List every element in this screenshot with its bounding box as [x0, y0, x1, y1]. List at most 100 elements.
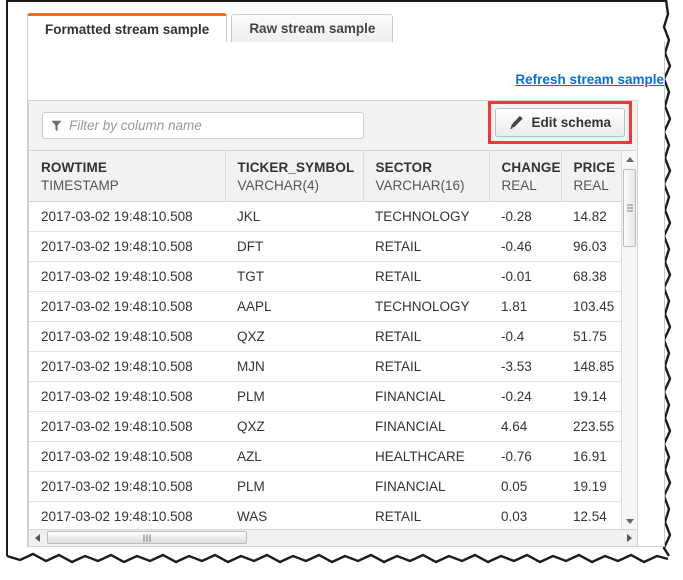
chevron-up-icon: [626, 157, 634, 162]
table-row[interactable]: 2017-03-02 19:48:10.508DFTRETAIL-0.4696.…: [29, 232, 623, 262]
cell-rowtime: 2017-03-02 19:48:10.508: [29, 352, 225, 382]
cell-rowtime: 2017-03-02 19:48:10.508: [29, 502, 225, 531]
table-row[interactable]: 2017-03-02 19:48:10.508TGTRETAIL-0.0168.…: [29, 262, 623, 292]
edit-schema-label: Edit schema: [531, 115, 611, 130]
cell-sector: RETAIL: [363, 502, 489, 531]
table-header: ROWTIME TIMESTAMP TICKER_SYMBOL VARCHAR(…: [29, 151, 623, 202]
scroll-up-button[interactable]: [622, 151, 637, 167]
cell-price: 68.38: [561, 262, 623, 292]
cell-ticker-symbol: TGT: [225, 262, 363, 292]
cell-rowtime: 2017-03-02 19:48:10.508: [29, 412, 225, 442]
scroll-left-button[interactable]: [29, 530, 45, 545]
cell-rowtime: 2017-03-02 19:48:10.508: [29, 442, 225, 472]
edit-schema-button-wrapper: Edit schema: [495, 108, 625, 137]
table-body: 2017-03-02 19:48:10.508JKLTECHNOLOGY-0.2…: [29, 202, 623, 531]
scrollbar-grip-icon: [627, 205, 633, 212]
table-row[interactable]: 2017-03-02 19:48:10.508AAPLTECHNOLOGY1.8…: [29, 292, 623, 322]
vertical-scrollbar[interactable]: [621, 151, 637, 529]
cell-sector: RETAIL: [363, 322, 489, 352]
table-row[interactable]: 2017-03-02 19:48:10.508WASRETAIL0.0312.5…: [29, 502, 623, 531]
cell-ticker-symbol: PLM: [225, 382, 363, 412]
column-name: ROWTIME: [41, 160, 225, 175]
chevron-left-icon: [35, 534, 40, 542]
tab-raw-stream-sample[interactable]: Raw stream sample: [231, 14, 393, 42]
column-name: PRICE: [574, 160, 624, 175]
table-row[interactable]: 2017-03-02 19:48:10.508QXZRETAIL-0.451.7…: [29, 322, 623, 352]
cell-ticker-symbol: QXZ: [225, 412, 363, 442]
column-type: REAL: [574, 178, 624, 193]
cell-ticker-symbol: AZL: [225, 442, 363, 472]
cell-change: -3.53: [489, 352, 561, 382]
cell-price: 103.45: [561, 292, 623, 322]
cell-price: 14.82: [561, 202, 623, 232]
column-header-rowtime[interactable]: ROWTIME TIMESTAMP: [29, 151, 225, 202]
horizontal-scrollbar-thumb[interactable]: [47, 531, 247, 544]
edit-schema-button[interactable]: Edit schema: [495, 108, 625, 137]
cell-price: 16.91: [561, 442, 623, 472]
cell-price: 148.85: [561, 352, 623, 382]
cell-rowtime: 2017-03-02 19:48:10.508: [29, 292, 225, 322]
table-row[interactable]: 2017-03-02 19:48:10.508PLMFINANCIAL-0.24…: [29, 382, 623, 412]
cell-sector: FINANCIAL: [363, 382, 489, 412]
cell-rowtime: 2017-03-02 19:48:10.508: [29, 232, 225, 262]
cell-ticker-symbol: DFT: [225, 232, 363, 262]
cell-ticker-symbol: QXZ: [225, 322, 363, 352]
table-toolbar: Edit schema: [28, 100, 638, 150]
cell-change: -0.76: [489, 442, 561, 472]
cell-rowtime: 2017-03-02 19:48:10.508: [29, 382, 225, 412]
cell-price: 19.14: [561, 382, 623, 412]
cell-ticker-symbol: PLM: [225, 472, 363, 502]
column-header-sector[interactable]: SECTOR VARCHAR(16): [363, 151, 489, 202]
cell-ticker-symbol: JKL: [225, 202, 363, 232]
table-row[interactable]: 2017-03-02 19:48:10.508QXZFINANCIAL4.642…: [29, 412, 623, 442]
funnel-icon: [51, 120, 62, 132]
scrollbar-grip-icon: [144, 534, 151, 541]
table-row[interactable]: 2017-03-02 19:48:10.508AZLHEALTHCARE-0.7…: [29, 442, 623, 472]
cell-sector: TECHNOLOGY: [363, 202, 489, 232]
tab-formatted-stream-sample[interactable]: Formatted stream sample: [27, 13, 227, 42]
chevron-right-icon: [627, 534, 632, 542]
cell-rowtime: 2017-03-02 19:48:10.508: [29, 202, 225, 232]
tab-bar: Formatted stream sample Raw stream sampl…: [27, 13, 393, 42]
cell-change: 0.05: [489, 472, 561, 502]
column-name: CHANGE: [502, 160, 561, 175]
tab-label: Raw stream sample: [249, 21, 375, 36]
scroll-down-button[interactable]: [622, 513, 637, 529]
cell-change: -0.46: [489, 232, 561, 262]
table-row[interactable]: 2017-03-02 19:48:10.508PLMFINANCIAL0.051…: [29, 472, 623, 502]
cell-rowtime: 2017-03-02 19:48:10.508: [29, 262, 225, 292]
horizontal-scrollbar[interactable]: [28, 530, 638, 547]
column-type: REAL: [502, 178, 561, 193]
column-type: TIMESTAMP: [41, 178, 225, 193]
cell-change: -0.24: [489, 382, 561, 412]
cell-price: 51.75: [561, 322, 623, 352]
cell-rowtime: 2017-03-02 19:48:10.508: [29, 472, 225, 502]
cell-change: -0.4: [489, 322, 561, 352]
table-row[interactable]: 2017-03-02 19:48:10.508JKLTECHNOLOGY-0.2…: [29, 202, 623, 232]
column-header-price[interactable]: PRICE REAL: [561, 151, 623, 202]
filter-by-column-name-input[interactable]: [69, 118, 355, 133]
cell-ticker-symbol: AAPL: [225, 292, 363, 322]
cell-price: 96.03: [561, 232, 623, 262]
cell-sector: RETAIL: [363, 262, 489, 292]
cell-change: -0.28: [489, 202, 561, 232]
table-header-row: ROWTIME TIMESTAMP TICKER_SYMBOL VARCHAR(…: [29, 151, 623, 202]
table-row[interactable]: 2017-03-02 19:48:10.508MJNRETAIL-3.53148…: [29, 352, 623, 382]
cell-sector: FINANCIAL: [363, 472, 489, 502]
cell-sector: TECHNOLOGY: [363, 292, 489, 322]
column-header-change[interactable]: CHANGE REAL: [489, 151, 561, 202]
column-type: VARCHAR(16): [376, 178, 489, 193]
screenshot-root: Formatted stream sample Raw stream sampl…: [0, 0, 683, 580]
refresh-stream-sample-link[interactable]: Refresh stream sample: [515, 72, 664, 87]
chevron-down-icon: [626, 519, 634, 524]
cell-ticker-symbol: MJN: [225, 352, 363, 382]
vertical-scrollbar-thumb[interactable]: [623, 169, 636, 247]
cell-sector: FINANCIAL: [363, 412, 489, 442]
frame-border-top: [6, 0, 666, 2]
filter-input-container[interactable]: [42, 112, 364, 139]
tab-label: Formatted stream sample: [45, 22, 209, 37]
scroll-right-button[interactable]: [621, 530, 637, 545]
column-type: VARCHAR(4): [238, 178, 363, 193]
column-header-ticker-symbol[interactable]: TICKER_SYMBOL VARCHAR(4): [225, 151, 363, 202]
cell-price: 19.19: [561, 472, 623, 502]
